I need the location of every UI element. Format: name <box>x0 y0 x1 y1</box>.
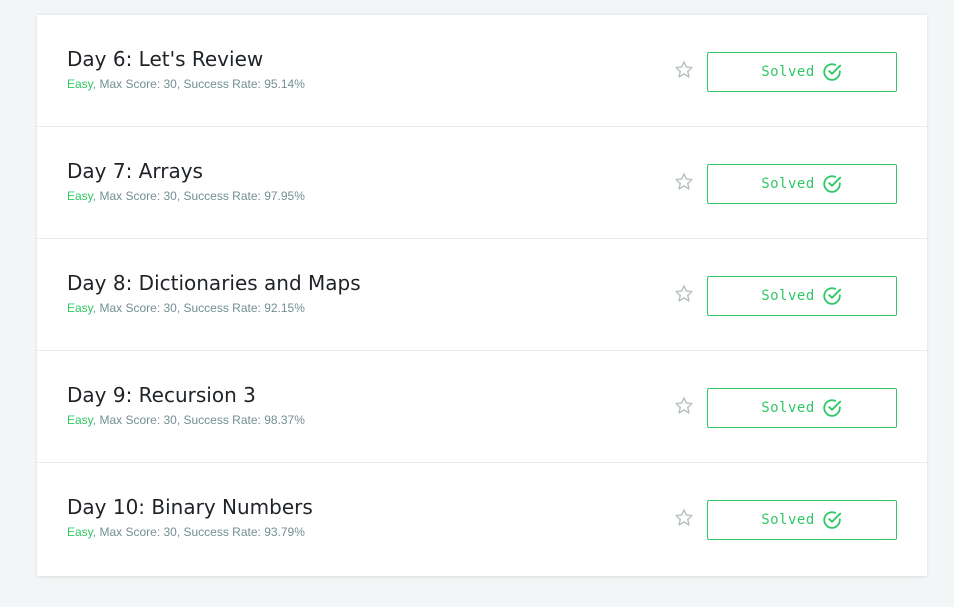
challenge-details: , Max Score: 30, Success Rate: 97.95% <box>92 189 305 203</box>
solved-label: Solved <box>761 64 815 80</box>
challenge-title[interactable]: Day 6: Let's Review <box>67 46 305 72</box>
check-circle-icon <box>821 509 843 531</box>
solved-button[interactable]: Solved <box>707 164 897 204</box>
challenge-details: , Max Score: 30, Success Rate: 98.37% <box>92 413 305 427</box>
challenge-row[interactable]: Day 6: Let's Review Easy, Max Score: 30,… <box>37 15 927 127</box>
check-circle-icon <box>821 285 843 307</box>
star-icon[interactable] <box>673 283 695 305</box>
check-circle-icon <box>821 61 843 83</box>
challenge-meta: Easy, Max Score: 30, Success Rate: 95.14… <box>67 76 305 92</box>
challenge-info: Day 7: Arrays Easy, Max Score: 30, Succe… <box>67 158 305 204</box>
challenge-meta: Easy, Max Score: 30, Success Rate: 93.79… <box>67 524 313 540</box>
solved-label: Solved <box>761 288 815 304</box>
challenge-info: Day 8: Dictionaries and Maps Easy, Max S… <box>67 270 361 316</box>
challenge-details: , Max Score: 30, Success Rate: 93.79% <box>92 525 305 539</box>
challenge-row[interactable]: Day 9: Recursion 3 Easy, Max Score: 30, … <box>37 351 927 463</box>
difficulty-label: Easy <box>67 189 93 203</box>
challenge-row[interactable]: Day 10: Binary Numbers Easy, Max Score: … <box>37 463 927 576</box>
challenge-meta: Easy, Max Score: 30, Success Rate: 92.15… <box>67 300 361 316</box>
solved-button[interactable]: Solved <box>707 500 897 540</box>
solved-label: Solved <box>761 176 815 192</box>
challenge-title[interactable]: Day 10: Binary Numbers <box>67 494 313 520</box>
challenge-list: Day 6: Let's Review Easy, Max Score: 30,… <box>37 14 927 576</box>
challenge-info: Day 9: Recursion 3 Easy, Max Score: 30, … <box>67 382 305 428</box>
challenge-details: , Max Score: 30, Success Rate: 92.15% <box>92 301 305 315</box>
solved-label: Solved <box>761 512 815 528</box>
solved-button[interactable]: Solved <box>707 276 897 316</box>
challenge-row[interactable]: Day 8: Dictionaries and Maps Easy, Max S… <box>37 239 927 351</box>
difficulty-label: Easy <box>67 413 93 427</box>
solved-button[interactable]: Solved <box>707 388 897 428</box>
challenge-title[interactable]: Day 8: Dictionaries and Maps <box>67 270 361 296</box>
challenge-info: Day 10: Binary Numbers Easy, Max Score: … <box>67 494 313 540</box>
solved-label: Solved <box>761 400 815 416</box>
difficulty-label: Easy <box>67 301 93 315</box>
challenge-row[interactable]: Day 7: Arrays Easy, Max Score: 30, Succe… <box>37 127 927 239</box>
star-icon[interactable] <box>673 395 695 417</box>
difficulty-label: Easy <box>67 77 93 91</box>
star-icon[interactable] <box>673 171 695 193</box>
difficulty-label: Easy <box>67 525 93 539</box>
challenge-meta: Easy, Max Score: 30, Success Rate: 97.95… <box>67 188 305 204</box>
challenge-info: Day 6: Let's Review Easy, Max Score: 30,… <box>67 46 305 92</box>
check-circle-icon <box>821 397 843 419</box>
page: Day 6: Let's Review Easy, Max Score: 30,… <box>0 0 954 607</box>
star-icon[interactable] <box>673 59 695 81</box>
challenge-meta: Easy, Max Score: 30, Success Rate: 98.37… <box>67 412 305 428</box>
star-icon[interactable] <box>673 507 695 529</box>
challenge-title[interactable]: Day 7: Arrays <box>67 158 305 184</box>
check-circle-icon <box>821 173 843 195</box>
challenge-title[interactable]: Day 9: Recursion 3 <box>67 382 305 408</box>
challenge-details: , Max Score: 30, Success Rate: 95.14% <box>92 77 305 91</box>
solved-button[interactable]: Solved <box>707 52 897 92</box>
